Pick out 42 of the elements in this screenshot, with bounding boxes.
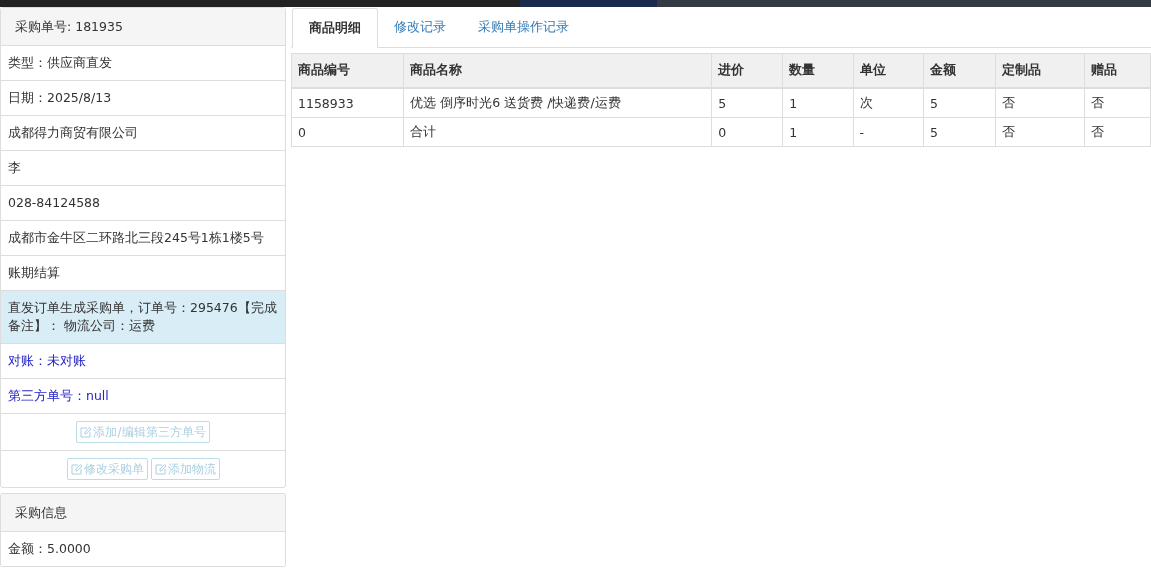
table-cell: 1 xyxy=(782,117,854,147)
info-row: 对账：未对账 xyxy=(1,344,285,379)
column-header: 定制品 xyxy=(995,53,1085,88)
table-cell: 0 xyxy=(291,117,404,147)
info-row: 028-84124588 xyxy=(1,186,285,221)
table-cell: 否 xyxy=(1084,117,1151,147)
remark-row: 直发订单生成采购单，订单号：295476【完成备注】： 物流公司：运费 xyxy=(1,291,285,344)
table-cell: 1158933 xyxy=(291,88,404,118)
column-header: 商品编号 xyxy=(291,53,404,88)
table-cell: 5 xyxy=(711,88,783,118)
table-cell: 否 xyxy=(995,117,1085,147)
column-header: 赠品 xyxy=(1084,53,1151,88)
info-row: 类型：供应商直发 xyxy=(1,46,285,81)
table-cell: 合计 xyxy=(403,117,712,147)
table-cell: 1 xyxy=(782,88,854,118)
info-row: 第三方单号：null xyxy=(1,379,285,414)
table-cell: 5 xyxy=(923,117,996,147)
tab[interactable]: 商品明细 xyxy=(292,8,378,48)
info-row: 日期：2025/8/13 xyxy=(1,81,285,116)
column-header: 数量 xyxy=(782,53,854,88)
info-row: 成都得力商贸有限公司 xyxy=(1,116,285,151)
table-cell: 5 xyxy=(923,88,996,118)
info-row: 李 xyxy=(1,151,285,186)
table-cell: 否 xyxy=(1084,88,1151,118)
panel-title: 采购单号: 181935 xyxy=(1,8,285,46)
tab[interactable]: 修改记录 xyxy=(378,8,462,48)
info-row: 金额：5.0000 xyxy=(1,532,285,567)
table-cell: 次 xyxy=(853,88,924,118)
table-cell: 0 xyxy=(711,117,783,147)
table-cell: 否 xyxy=(995,88,1085,118)
edit-icon xyxy=(80,426,93,438)
column-header: 进价 xyxy=(711,53,783,88)
panel-title: 采购信息 xyxy=(1,494,285,532)
column-header: 金额 xyxy=(923,53,996,88)
column-header: 商品名称 xyxy=(403,53,712,88)
table-cell: - xyxy=(853,117,924,147)
edit-icon xyxy=(70,463,83,475)
tab[interactable]: 采购单操作记录 xyxy=(462,8,585,48)
column-header: 单位 xyxy=(853,53,924,88)
info-row: 成都市金牛区二环路北三段245号1栋1楼5号 xyxy=(1,221,285,256)
edit-icon xyxy=(154,463,167,475)
table-cell: 优选 倒序时光6 送货费 /快递费/运费 xyxy=(403,88,712,118)
